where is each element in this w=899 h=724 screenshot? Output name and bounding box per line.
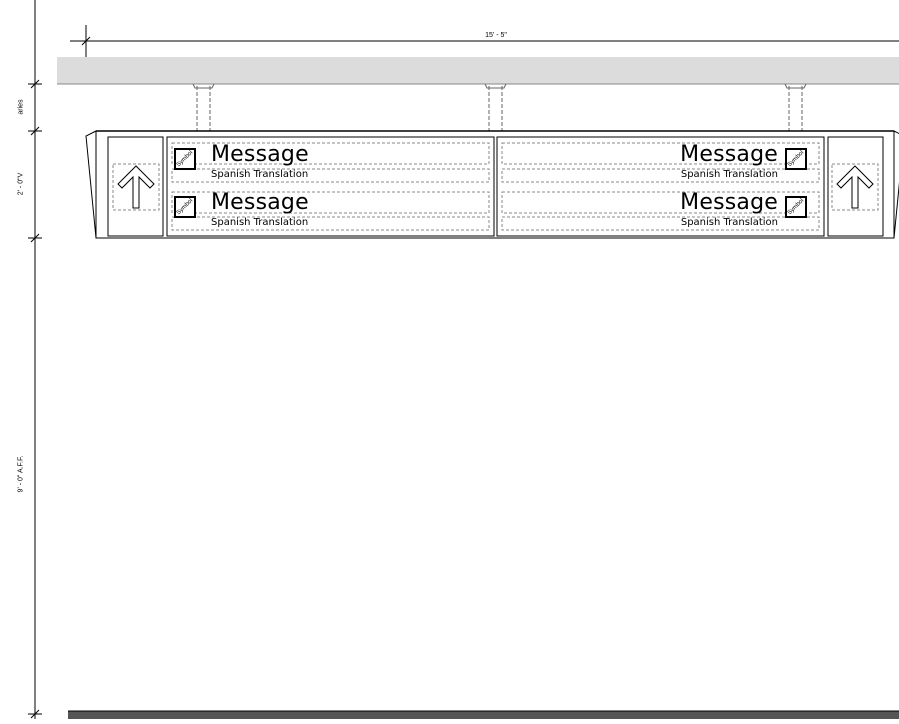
elevation-drawing: 15' - 5" aries 2' - 0"V 9' - 0" A.F.F. S…	[0, 0, 899, 719]
message-text: Message	[680, 190, 778, 215]
hanger-left	[192, 83, 215, 131]
overall-width-label: 15' - 5"	[485, 32, 507, 39]
hanger-right	[784, 83, 807, 131]
translation-text: Spanish Translation	[211, 217, 309, 228]
translation-text: Spanish Translation	[211, 169, 309, 180]
sign-height-label: 2' - 0"V	[17, 172, 25, 196]
message-text: Message	[211, 142, 309, 167]
ceiling-band	[57, 57, 899, 84]
symbol-placeholder: Symbol	[785, 148, 807, 170]
mount-height-label: 9' - 0" A.F.F.	[17, 455, 25, 493]
symbol-placeholder: Symbol	[174, 196, 196, 218]
symbol-placeholder: Symbol	[174, 148, 196, 170]
clearance-label: aries	[17, 99, 25, 115]
message-text: Message	[680, 142, 778, 167]
symbol-placeholder: Symbol	[785, 196, 807, 218]
hanger-center	[484, 83, 507, 131]
floor-line	[68, 711, 899, 719]
drawing-canvas	[28, 0, 899, 719]
translation-text: Spanish Translation	[680, 217, 778, 228]
message-text: Message	[211, 190, 309, 215]
translation-text: Spanish Translation	[680, 169, 778, 180]
